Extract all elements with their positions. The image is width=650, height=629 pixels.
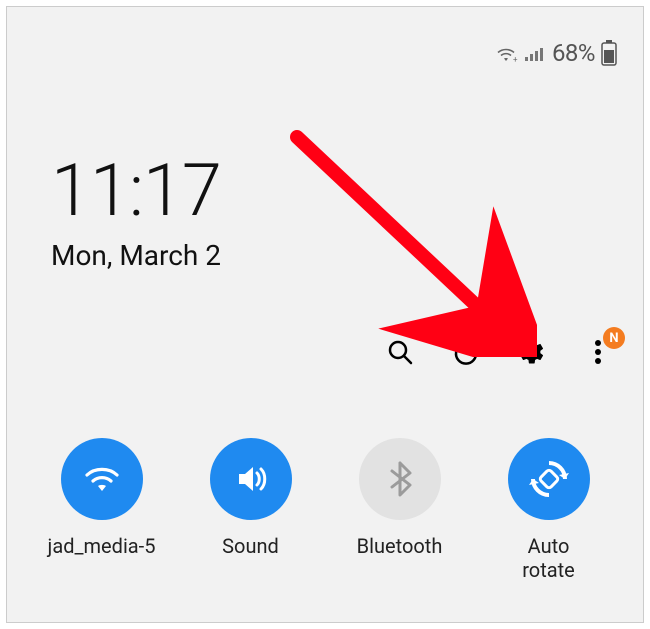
qs-tile-bluetooth[interactable]: Bluetooth [330, 438, 470, 582]
svg-text:+: + [513, 55, 518, 63]
search-icon [387, 339, 413, 365]
search-button[interactable] [385, 337, 415, 367]
clock-time: 11:17 [51, 155, 221, 227]
qs-label: jad_media-5 [48, 534, 156, 558]
wifi-tile-icon [61, 438, 143, 520]
wifi-icon: + [494, 43, 518, 63]
cellular-signal-icon [524, 43, 546, 63]
notification-badge: N [603, 327, 625, 349]
annotation-arrow [277, 117, 537, 357]
qs-tile-auto-rotate[interactable]: Auto rotate [479, 438, 619, 582]
qs-label: Sound [222, 534, 279, 558]
more-options-button[interactable]: N [583, 337, 613, 367]
qs-tile-wifi[interactable]: jad_media-5 [32, 438, 172, 582]
clock-block: 11:17 Mon, March 2 [51, 155, 221, 272]
auto-rotate-tile-icon [508, 438, 590, 520]
quick-settings-row: jad_media-5 Sound Bluetooth [7, 438, 643, 582]
more-vertical-icon [594, 339, 602, 365]
status-bar: + 68% [494, 39, 617, 67]
battery-percent: 68% [552, 39, 595, 67]
notification-panel: + 68% 11:17 Mon, March 2 [6, 6, 644, 623]
panel-action-row: N N [385, 337, 613, 367]
qs-label: Bluetooth [357, 534, 443, 558]
clock-date: Mon, March 2 [51, 239, 221, 272]
battery-icon [601, 40, 617, 66]
qs-tile-sound[interactable]: Sound [181, 438, 321, 582]
power-button[interactable]: N [451, 337, 481, 367]
qs-label: Auto rotate [522, 534, 575, 582]
sound-tile-icon [210, 438, 292, 520]
gear-icon [518, 338, 546, 366]
notification-badge: N [471, 327, 493, 349]
settings-button[interactable] [517, 337, 547, 367]
bluetooth-tile-icon [359, 438, 441, 520]
